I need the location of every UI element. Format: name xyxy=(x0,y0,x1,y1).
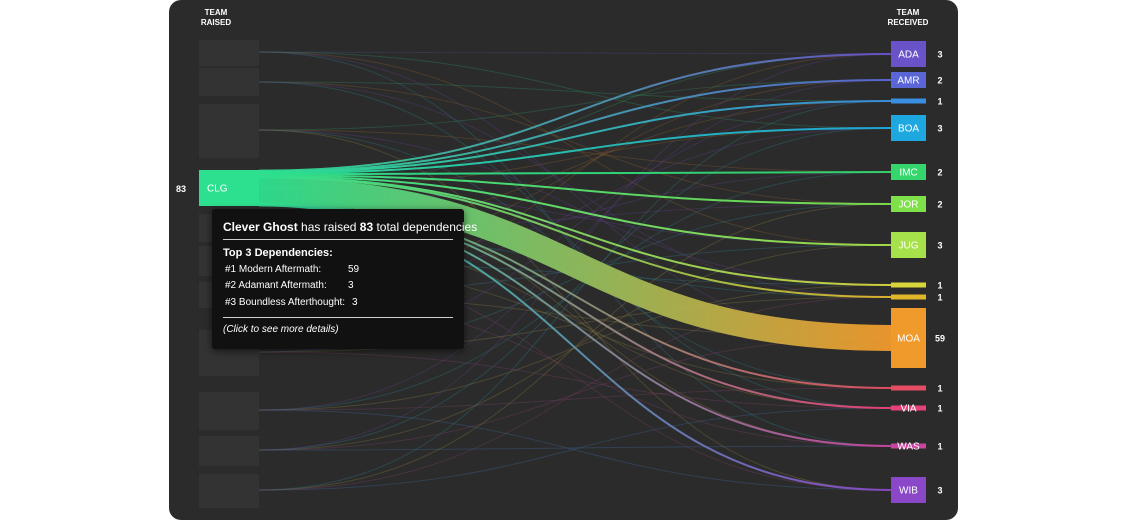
target-value-label: 1 xyxy=(937,404,942,414)
target-label: JOR xyxy=(899,200,919,211)
target-label: BOA xyxy=(898,124,919,135)
target-label: AMR xyxy=(897,76,919,87)
target-label: JUG xyxy=(899,241,919,252)
source-node xyxy=(199,392,259,430)
target-value-label: 1 xyxy=(937,97,942,107)
target-value-label: 3 xyxy=(937,50,942,60)
source-node xyxy=(199,104,259,158)
source-node xyxy=(199,68,259,96)
target-header: TEAM RECEIVED xyxy=(878,8,938,28)
tooltip-note: (Click to see more details) xyxy=(223,324,339,335)
target-value-label: 2 xyxy=(937,76,942,86)
target-value-label: 2 xyxy=(937,168,942,178)
tooltip-dep-value: 59 xyxy=(348,264,360,275)
background-flow xyxy=(258,51,892,55)
source-header-line1: TEAM xyxy=(204,8,228,17)
target-label: VIA xyxy=(900,404,916,415)
target-node xyxy=(891,98,926,104)
source-total-label: 83 xyxy=(176,184,187,194)
target-value-label: 2 xyxy=(937,200,942,210)
source-header: TEAM RAISED xyxy=(186,8,246,28)
target-node xyxy=(891,294,926,300)
tooltip-divider-top xyxy=(223,239,453,240)
source-node xyxy=(199,474,259,508)
dependency-tooltip[interactable]: Clever Ghost has raised 83 total depende… xyxy=(212,209,477,349)
tooltip-dep-label: #2 Adamant Aftermath: xyxy=(225,280,327,291)
source-label-clg: CLG xyxy=(207,184,228,195)
background-flow xyxy=(258,387,892,411)
target-value-label: 3 xyxy=(937,124,942,134)
tooltip-total: 83 xyxy=(359,220,374,234)
target-header-line2: RECEIVED xyxy=(887,18,929,27)
clg-flow xyxy=(258,53,892,172)
tooltip-dep-row: #3 Boundless Afterthought: 3 xyxy=(225,297,358,308)
target-label: MOA xyxy=(897,334,920,345)
target-value-label: 1 xyxy=(937,384,942,394)
target-label: IMC xyxy=(899,168,917,179)
background-flow xyxy=(258,79,892,131)
target-header-line1: TEAM xyxy=(896,8,920,17)
tooltip-dep-row: #2 Adamant Aftermath: 3 xyxy=(225,280,354,291)
target-value-label: 1 xyxy=(937,293,942,303)
tooltip-dep-value: 3 xyxy=(352,297,358,308)
tooltip-dep-label: #3 Boundless Afterthought: xyxy=(225,297,346,308)
target-value-label: 59 xyxy=(935,334,945,344)
target-node xyxy=(891,282,926,288)
tooltip-top-title: Top 3 Dependencies: xyxy=(223,247,333,259)
tooltip-divider-bottom xyxy=(223,317,453,318)
target-value-label: 1 xyxy=(937,281,942,291)
background-flow xyxy=(258,351,892,409)
target-value-label: 3 xyxy=(937,241,942,251)
target-value-label: 3 xyxy=(937,486,942,496)
tooltip-dep-value: 3 xyxy=(348,280,354,291)
target-label: WIB xyxy=(899,486,918,497)
target-node xyxy=(891,385,926,391)
tooltip-text-mid: has raised xyxy=(301,220,357,234)
source-header-line2: RAISED xyxy=(200,18,232,27)
target-label: WAS xyxy=(897,442,920,453)
tooltip-dep-row: #1 Modern Aftermath: 59 xyxy=(225,264,359,275)
tooltip-summary: Clever Ghost has raised 83 total depende… xyxy=(223,220,477,234)
source-node xyxy=(199,40,259,66)
tooltip-dep-label: #1 Modern Aftermath: xyxy=(225,264,322,275)
tooltip-team-name: Clever Ghost xyxy=(223,220,298,234)
target-value-label: 1 xyxy=(937,442,942,452)
target-label: ADA xyxy=(898,50,919,61)
tooltip-text-end: total dependencies xyxy=(376,220,478,234)
source-node xyxy=(199,436,259,466)
